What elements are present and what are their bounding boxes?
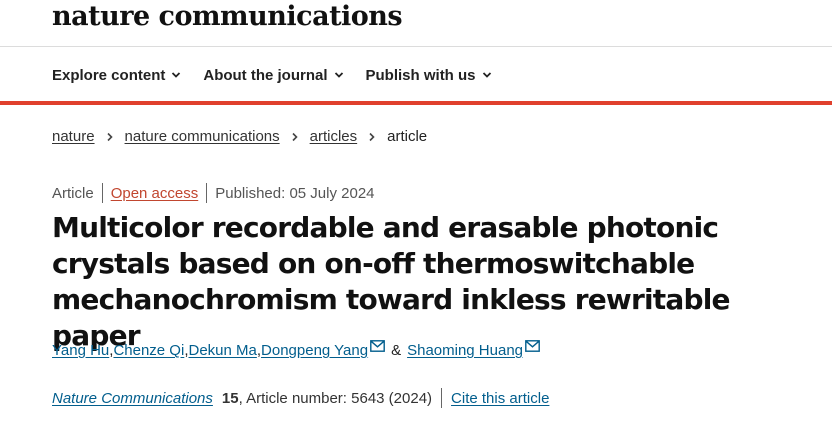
breadcrumb-nature[interactable]: nature (52, 128, 95, 145)
email-icon[interactable] (525, 339, 540, 352)
email-icon[interactable] (370, 339, 385, 352)
author-link[interactable]: Dongpeng Yang (261, 342, 368, 359)
nav-label: Publish with us (365, 66, 476, 84)
open-access-link[interactable]: Open access (111, 185, 199, 202)
nav-label: About the journal (203, 66, 328, 84)
author-link[interactable]: Chenze Qi (113, 342, 184, 359)
chevron-right-icon (106, 132, 113, 141)
accent-bar (0, 101, 832, 105)
journal-link[interactable]: Nature Communications (52, 390, 213, 407)
breadcrumb-current: article (387, 128, 428, 145)
article-number: , Article number: 5643 (2024) (238, 389, 433, 407)
nav-about-journal[interactable]: About the journal (203, 67, 343, 84)
chevron-right-icon (292, 132, 298, 141)
breadcrumb-articles[interactable]: articles (310, 128, 358, 145)
nav-publish-with-us[interactable]: Publish with us (366, 67, 492, 84)
chevron-down-icon (172, 72, 181, 78)
published-date: Published: 05 July 2024 (215, 184, 375, 202)
author-link[interactable]: Shaoming Huang (407, 342, 523, 359)
chevron-down-icon (334, 72, 343, 78)
volume: 15 (221, 389, 239, 407)
author-link[interactable]: Yang Hu (52, 342, 109, 359)
author-link[interactable]: Dekun Ma (188, 342, 256, 359)
article-meta: Article Open access Published: 05 July 2… (52, 183, 375, 203)
chevron-down-icon (482, 72, 491, 78)
author-list: Yang Hu, Chenze Qi, Dekun Ma, Dongpeng Y… (52, 339, 540, 359)
cite-this-article-link[interactable]: Cite this article (451, 390, 549, 407)
site-logo[interactable]: nature communications (52, 0, 403, 40)
chevron-right-icon (369, 132, 375, 141)
article-title: Multicolor recordable and erasable photo… (52, 211, 730, 352)
meta-divider (101, 183, 103, 203)
breadcrumb: nature nature communications articles ar… (52, 128, 427, 145)
header-divider (0, 46, 832, 47)
citation-line: Nature Communications 15 , Article numbe… (52, 388, 549, 408)
author-and: & (391, 342, 402, 359)
nav-label: Explore content (52, 66, 166, 84)
article-type: Article (52, 184, 94, 202)
meta-divider (206, 183, 208, 203)
nav-explore-content[interactable]: Explore content (52, 67, 181, 84)
main-nav: Explore content About the journal Publis… (52, 62, 492, 88)
breadcrumb-nature-communications[interactable]: nature communications (125, 128, 280, 145)
citation-divider (441, 388, 443, 408)
